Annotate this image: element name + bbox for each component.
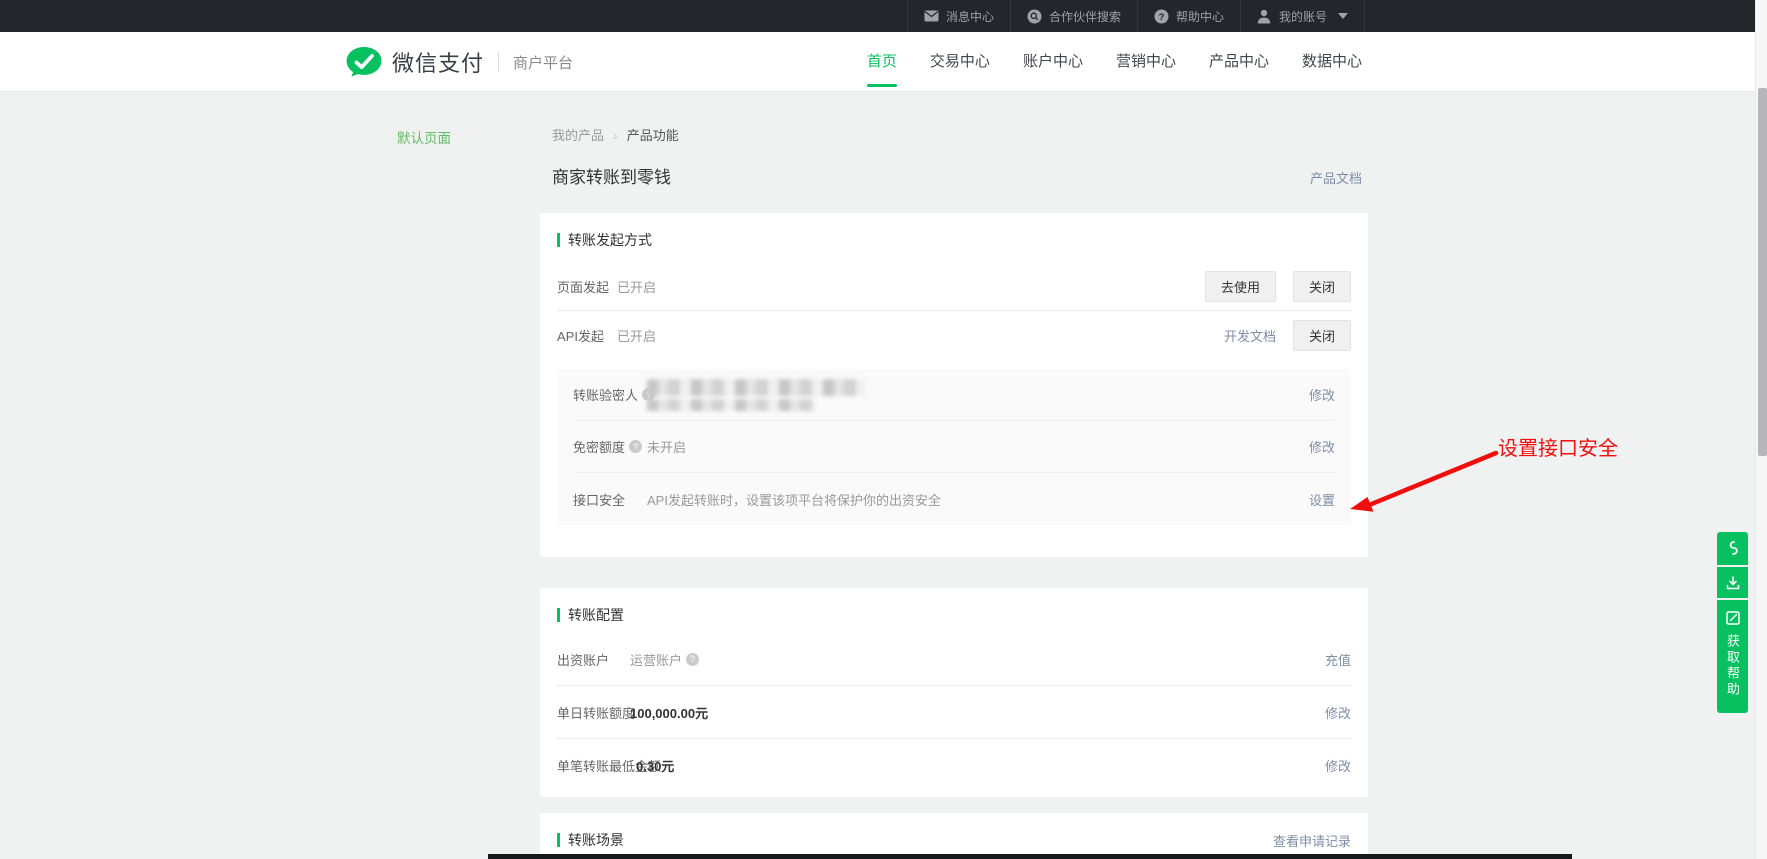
info-icon[interactable]	[629, 440, 642, 453]
my-account-label: 我的账号	[1279, 8, 1327, 25]
partner-search-label: 合作伙伴搜索	[1049, 8, 1121, 25]
topbar: 消息中心 合作伙伴搜索 ? 帮助中心 我的账号	[0, 0, 1767, 32]
api-security-label: 接口安全	[573, 490, 633, 509]
help-center-label: 帮助中心	[1176, 8, 1224, 25]
modify-no-password-quota-link[interactable]: 修改	[1309, 437, 1335, 456]
close-api-initiate-button[interactable]: 关闭	[1293, 320, 1351, 351]
breadcrumb-my-products[interactable]: 我的产品	[552, 125, 604, 144]
nav-home[interactable]: 首页	[867, 32, 897, 92]
view-application-records-link[interactable]: 查看申请记录	[1273, 831, 1351, 850]
api-security-desc: API发起转账时，设置该项平台将保护你的出资安全	[647, 490, 941, 509]
message-center-menu[interactable]: 消息中心	[907, 0, 1010, 32]
download-icon	[1725, 575, 1741, 591]
section-accent-bar	[557, 233, 560, 247]
feedback-edit-icon	[1725, 610, 1741, 626]
page-initiate-status: 已开启	[617, 277, 656, 296]
go-use-button[interactable]: 去使用	[1205, 271, 1276, 302]
page-title: 商家转账到零钱	[552, 163, 671, 188]
no-password-quota-label: 免密额度	[573, 437, 633, 456]
envelope-icon	[924, 9, 939, 24]
modify-verify-person-link[interactable]: 修改	[1309, 385, 1335, 404]
scrollbar-thumb[interactable]	[1758, 88, 1767, 456]
transfer-config-title-row: 转账配置	[557, 588, 1351, 625]
sidebar-item-default-page[interactable]: 默认页面	[397, 127, 451, 147]
get-help-button[interactable]: 获取帮助	[1717, 600, 1748, 713]
svg-text:?: ?	[1159, 12, 1165, 23]
nav-account-center[interactable]: 账户中心	[1023, 32, 1083, 92]
chevron-down-icon	[1338, 13, 1348, 19]
funding-account-value: 运营账户	[630, 650, 699, 669]
recharge-link[interactable]: 充值	[1325, 650, 1351, 669]
dev-doc-link[interactable]: 开发文档	[1224, 326, 1276, 345]
get-help-label: 获取帮助	[1726, 634, 1739, 698]
my-account-menu[interactable]: 我的账号	[1240, 0, 1365, 32]
nav-product-center[interactable]: 产品中心	[1209, 32, 1269, 92]
breadcrumb: 我的产品 › 产品功能	[552, 125, 679, 144]
brand-divider	[498, 52, 499, 72]
product-doc-link[interactable]: 产品文档	[1310, 168, 1362, 187]
help-center-menu[interactable]: ? 帮助中心	[1137, 0, 1240, 32]
api-initiate-status: 已开启	[617, 326, 656, 345]
brand[interactable]: 微信支付 商户平台	[345, 32, 573, 92]
api-initiate-label: API发起	[557, 326, 617, 345]
close-page-initiate-button[interactable]: 关闭	[1293, 271, 1351, 302]
info-icon[interactable]	[686, 653, 699, 666]
transfer-scene-card: 转账场景 查看申请记录	[540, 813, 1368, 859]
nav-data-center[interactable]: 数据中心	[1302, 32, 1362, 92]
breadcrumb-separator: ›	[613, 127, 618, 143]
min-amount-row: 单笔转账最低金额 0.30元 修改	[557, 739, 1351, 792]
transfer-config-card: 转账配置 出资账户 运营账户 充值 单日转账额度 100,000.00元 修改 …	[540, 588, 1368, 797]
scrollbar[interactable]	[1755, 0, 1767, 859]
page-initiate-label: 页面发起	[557, 277, 617, 296]
funding-account-label: 出资账户	[557, 650, 630, 669]
main-nav: 首页 交易中心 账户中心 营销中心 产品中心 数据中心	[867, 32, 1362, 92]
platform-name: 商户平台	[513, 52, 573, 73]
section-accent-bar	[557, 608, 560, 622]
download-button[interactable]	[1717, 567, 1748, 598]
customer-service-button[interactable]	[1717, 532, 1748, 565]
bottom-cutoff-strip	[488, 854, 1572, 859]
breadcrumb-current: 产品功能	[627, 125, 679, 144]
topbar-items: 消息中心 合作伙伴搜索 ? 帮助中心 我的账号	[907, 0, 1365, 32]
brand-name: 微信支付	[392, 46, 484, 78]
daily-limit-row: 单日转账额度 100,000.00元 修改	[557, 686, 1351, 739]
no-password-quota-status: 未开启	[647, 437, 686, 456]
api-security-row: 接口安全 API发起转账时，设置该项平台将保护你的出资安全 设置	[573, 473, 1335, 525]
masked-verify-person-value	[647, 379, 865, 411]
header: 微信支付 商户平台 首页 交易中心 账户中心 营销中心 产品中心 数据中心	[0, 32, 1767, 92]
verify-person-label: 转账验密人	[573, 385, 633, 404]
question-icon: ?	[1154, 9, 1169, 24]
transfer-scene-title-row: 转账场景 查看申请记录	[557, 813, 1351, 850]
nav-marketing-center[interactable]: 营销中心	[1116, 32, 1176, 92]
transfer-method-card: 转账发起方式 页面发起 已开启 去使用 关闭 API发起 已开启 开发文档 关闭…	[540, 213, 1368, 557]
message-center-label: 消息中心	[946, 8, 994, 25]
annotation-set-api-security: 设置接口安全	[1498, 432, 1618, 461]
page-initiate-row: 页面发起 已开启 去使用 关闭	[557, 263, 1351, 311]
section-accent-bar	[557, 833, 560, 847]
service-hook-icon	[1726, 540, 1740, 558]
min-amount-label: 单笔转账最低金额	[557, 756, 630, 775]
help-float-widget: 获取帮助	[1717, 532, 1748, 713]
transfer-method-title: 转账发起方式	[568, 230, 652, 250]
min-amount-value: 0.30元	[636, 756, 674, 775]
api-settings-panel: 转账验密人 修改 免密额度 未开启 修改	[557, 369, 1351, 525]
set-api-security-link[interactable]: 设置	[1309, 490, 1335, 509]
search-icon	[1027, 9, 1042, 24]
transfer-scene-title: 转账场景	[568, 830, 624, 850]
verify-person-row: 转账验密人 修改	[573, 369, 1335, 421]
partner-search-menu[interactable]: 合作伙伴搜索	[1010, 0, 1137, 32]
modify-daily-limit-link[interactable]: 修改	[1325, 703, 1351, 722]
transfer-method-title-row: 转账发起方式	[557, 213, 1351, 250]
no-password-quota-row: 免密额度 未开启 修改	[573, 421, 1335, 473]
modify-min-amount-link[interactable]: 修改	[1325, 756, 1351, 775]
wechat-pay-logo-icon	[345, 46, 383, 78]
person-icon	[1257, 9, 1272, 24]
api-initiate-row: API发起 已开启 开发文档 关闭	[557, 311, 1351, 359]
nav-trade-center[interactable]: 交易中心	[930, 32, 990, 92]
daily-limit-value: 100,000.00元	[630, 703, 708, 722]
funding-account-row: 出资账户 运营账户 充值	[557, 633, 1351, 686]
daily-limit-label: 单日转账额度	[557, 703, 630, 722]
transfer-config-title: 转账配置	[568, 605, 624, 625]
